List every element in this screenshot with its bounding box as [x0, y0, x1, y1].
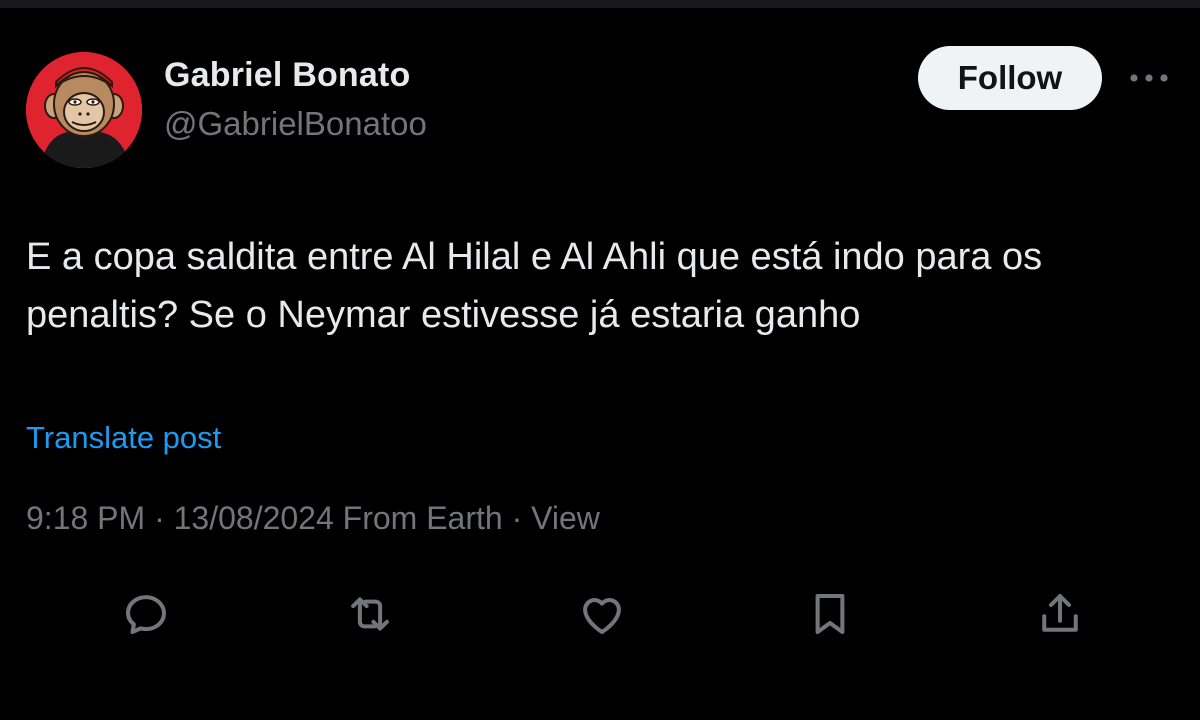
- post-time[interactable]: 9:18 PM: [26, 500, 145, 536]
- more-dots-icon: [1130, 74, 1168, 82]
- meta-separator: ·: [502, 500, 532, 536]
- follow-button[interactable]: Follow: [918, 46, 1102, 110]
- reply-button[interactable]: [116, 584, 176, 644]
- author-display-name[interactable]: Gabriel Bonato: [164, 56, 411, 95]
- post-meta: 9:18 PM · 13/08/2024 From Earth · View: [26, 500, 600, 537]
- like-icon: [583, 598, 621, 635]
- more-options-button[interactable]: [1124, 60, 1174, 96]
- repost-icon: [351, 597, 389, 631]
- meta-separator: ·: [145, 500, 174, 536]
- ape-avatar-image: [26, 52, 142, 168]
- repost-button[interactable]: [340, 584, 400, 644]
- post-source: From Earth: [342, 500, 503, 536]
- post-date[interactable]: 13/08/2024: [174, 500, 334, 536]
- bookmark-icon: [815, 593, 845, 635]
- avatar[interactable]: [26, 52, 142, 168]
- translate-post-link[interactable]: Translate post: [26, 420, 221, 456]
- like-button[interactable]: [572, 584, 632, 644]
- bookmark-button[interactable]: [800, 584, 860, 644]
- post-text: E a copa saldita entre Al Hilal e Al Ahl…: [26, 236, 1043, 336]
- views-link[interactable]: View: [531, 500, 600, 536]
- share-button[interactable]: [1030, 584, 1090, 644]
- action-bar: [0, 584, 1200, 644]
- author-handle[interactable]: @GabrielBonatoo: [164, 105, 427, 143]
- share-icon: [1042, 593, 1078, 632]
- top-edge-bar: [0, 0, 1200, 8]
- reply-icon: [125, 595, 167, 635]
